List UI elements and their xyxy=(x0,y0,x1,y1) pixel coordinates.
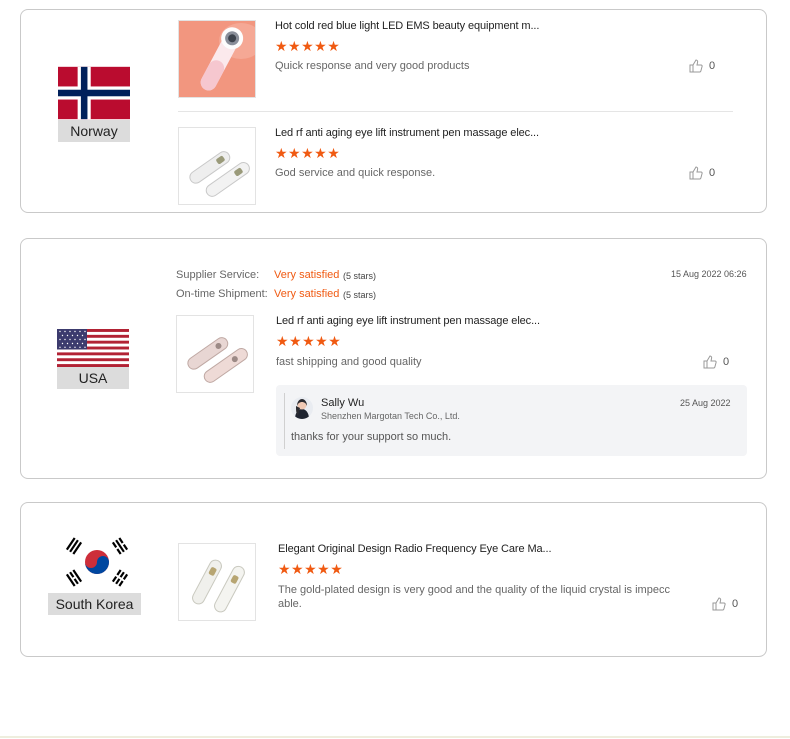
shipment-label: On-time Shipment: xyxy=(176,288,268,300)
like-count: 0 xyxy=(732,598,739,610)
reply-author-name: Sally Wu xyxy=(321,397,365,409)
thumbs-up-icon xyxy=(689,59,703,73)
like-count: 0 xyxy=(723,356,730,368)
supplier-service-label: Supplier Service: xyxy=(176,269,260,281)
thumbs-up-icon xyxy=(703,355,717,369)
like-count: 0 xyxy=(709,167,716,179)
product-title[interactable]: Elegant Original Design Radio Frequency … xyxy=(278,543,552,555)
reply-company: Shenzhen Margotan Tech Co., Ltd. xyxy=(321,411,460,421)
review-text-line: The gold-plated design is very good and … xyxy=(278,584,670,596)
review-text: Quick response and very good products xyxy=(275,60,470,72)
review-text: God service and quick response. xyxy=(275,167,436,179)
thumbs-up-icon xyxy=(712,597,726,611)
review-text: fast shipping and good quality xyxy=(276,356,422,368)
review-card-usa: USA Supplier Service: Very satisfied (5 … xyxy=(20,238,767,479)
star-rating: ★★★★★ xyxy=(278,561,344,577)
south-korea-flag xyxy=(64,537,130,587)
like-button[interactable]: 0 xyxy=(712,597,738,611)
product-image[interactable] xyxy=(178,543,256,621)
like-button[interactable]: 0 xyxy=(689,59,715,73)
country-label: South Korea xyxy=(48,593,141,615)
like-button[interactable]: 0 xyxy=(689,166,715,180)
reply-date: 25 Aug 2022 xyxy=(680,398,731,408)
star-rating: ★★★★★ xyxy=(275,145,341,161)
avatar xyxy=(291,397,313,419)
page-bottom-divider xyxy=(0,736,790,738)
supplier-service-note: (5 stars) xyxy=(343,271,377,281)
product-image[interactable] xyxy=(178,127,256,205)
product-title[interactable]: Led rf anti aging eye lift instrument pe… xyxy=(275,127,539,139)
product-title[interactable]: Led rf anti aging eye lift instrument pe… xyxy=(276,315,540,327)
product-title[interactable]: Hot cold red blue light LED EMS beauty e… xyxy=(275,20,539,32)
like-count: 0 xyxy=(709,60,716,72)
reply-text: thanks for your support so much. xyxy=(291,431,452,443)
country-label: Norway xyxy=(58,120,130,142)
item-divider xyxy=(178,111,733,112)
norway-flag xyxy=(58,66,130,120)
country-label: USA xyxy=(57,367,129,389)
review-card-norway: Norway Hot cold red blue light LED EMS b… xyxy=(20,9,767,213)
supplier-service-value: Very satisfied xyxy=(274,269,340,281)
usa-flag xyxy=(57,329,129,367)
product-image[interactable] xyxy=(178,20,256,98)
review-text-line: able. xyxy=(278,598,302,610)
product-image[interactable] xyxy=(176,315,254,393)
supplier-reply: Sally Wu Shenzhen Margotan Tech Co., Ltd… xyxy=(276,385,747,456)
review-date: 15 Aug 2022 06:26 xyxy=(671,269,747,279)
reply-separator xyxy=(284,393,285,449)
like-button[interactable]: 0 xyxy=(703,355,729,369)
thumbs-up-icon xyxy=(689,166,703,180)
shipment-note: (5 stars) xyxy=(343,290,377,300)
star-rating: ★★★★★ xyxy=(276,333,342,349)
star-rating: ★★★★★ xyxy=(275,38,341,54)
shipment-value: Very satisfied xyxy=(274,288,340,300)
review-card-south-korea: South Korea Elegant Original Design Radi… xyxy=(20,502,767,657)
